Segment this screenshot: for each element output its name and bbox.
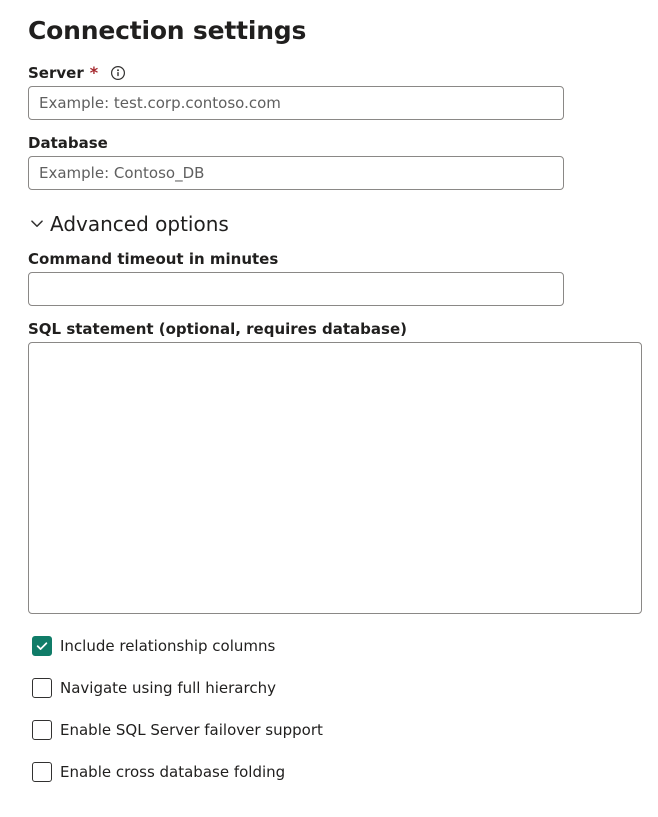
- include-relationship-checkbox[interactable]: [32, 636, 52, 656]
- server-label: Server: [28, 64, 84, 82]
- sql-statement-input[interactable]: [28, 342, 642, 614]
- database-label: Database: [28, 134, 108, 152]
- include-relationship-label: Include relationship columns: [60, 637, 275, 655]
- info-icon[interactable]: [110, 65, 126, 81]
- enable-failover-label: Enable SQL Server failover support: [60, 721, 323, 739]
- sql-statement-label: SQL statement (optional, requires databa…: [28, 320, 407, 338]
- enable-failover-row: Enable SQL Server failover support: [28, 720, 630, 740]
- server-input[interactable]: [28, 86, 564, 120]
- enable-cross-db-checkbox[interactable]: [32, 762, 52, 782]
- database-input[interactable]: [28, 156, 564, 190]
- command-timeout-label: Command timeout in minutes: [28, 250, 278, 268]
- enable-failover-checkbox[interactable]: [32, 720, 52, 740]
- navigate-hierarchy-checkbox[interactable]: [32, 678, 52, 698]
- command-timeout-field: Command timeout in minutes: [28, 250, 630, 306]
- include-relationship-row: Include relationship columns: [28, 636, 630, 656]
- required-mark: *: [90, 63, 98, 82]
- page-title: Connection settings: [28, 16, 630, 45]
- advanced-options-title: Advanced options: [50, 212, 229, 236]
- chevron-down-icon: [28, 215, 46, 233]
- server-field: Server *: [28, 63, 630, 120]
- navigate-hierarchy-row: Navigate using full hierarchy: [28, 678, 630, 698]
- navigate-hierarchy-label: Navigate using full hierarchy: [60, 679, 276, 697]
- command-timeout-input[interactable]: [28, 272, 564, 306]
- enable-cross-db-row: Enable cross database folding: [28, 762, 630, 782]
- advanced-options-toggle[interactable]: Advanced options: [28, 212, 630, 236]
- sql-statement-field: SQL statement (optional, requires databa…: [28, 320, 630, 614]
- checkbox-group: Include relationship columns Navigate us…: [28, 636, 630, 782]
- database-field: Database: [28, 134, 630, 190]
- enable-cross-db-label: Enable cross database folding: [60, 763, 285, 781]
